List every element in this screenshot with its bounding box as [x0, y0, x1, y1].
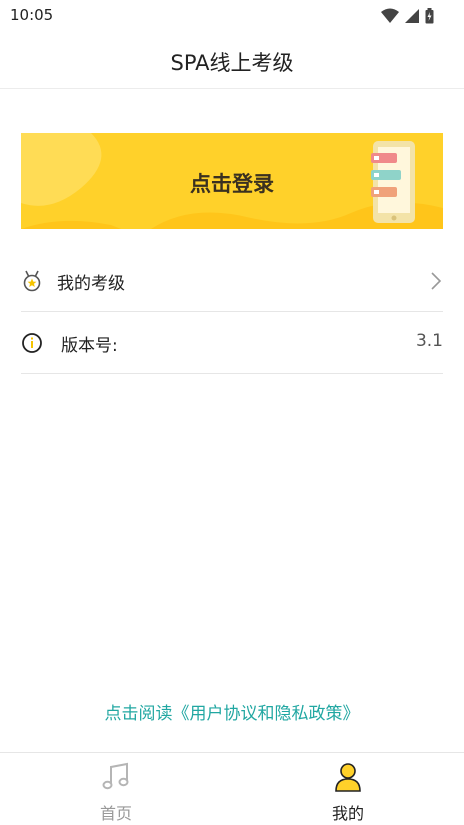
login-label: 点击登录: [190, 172, 274, 196]
status-bar: 10:05: [0, 0, 464, 32]
medal-icon: [23, 270, 41, 292]
status-icons: [381, 7, 434, 25]
person-icon: [335, 763, 361, 792]
version-row: 版本号: 3.1: [21, 312, 443, 374]
my-exams-row[interactable]: 我的考级: [21, 250, 443, 312]
title-bar: SPA线上考级: [0, 32, 464, 89]
tab-mine-label: 我的: [331, 804, 364, 823]
login-banner[interactable]: 点击登录: [21, 133, 443, 229]
page-title: SPA线上考级: [170, 51, 294, 75]
tab-home[interactable]: 首页: [0, 753, 232, 825]
signal-icon: [405, 9, 419, 23]
status-time: 10:05: [10, 6, 54, 24]
chevron-right-icon: [431, 272, 442, 290]
bottom-tab-bar: 首页 我的: [0, 752, 464, 825]
version-label: 版本号:: [61, 336, 118, 356]
privacy-policy-link[interactable]: 点击阅读《用户协议和隐私政策》: [0, 699, 464, 724]
my-exams-label: 我的考级: [57, 274, 125, 294]
wifi-icon: [381, 8, 399, 23]
battery-icon: [425, 8, 434, 24]
info-icon: [22, 333, 42, 353]
version-value: 3.1: [415, 331, 443, 351]
music-note-icon: [102, 762, 129, 790]
tab-mine[interactable]: 我的: [232, 753, 464, 825]
tab-home-label: 首页: [99, 804, 132, 823]
